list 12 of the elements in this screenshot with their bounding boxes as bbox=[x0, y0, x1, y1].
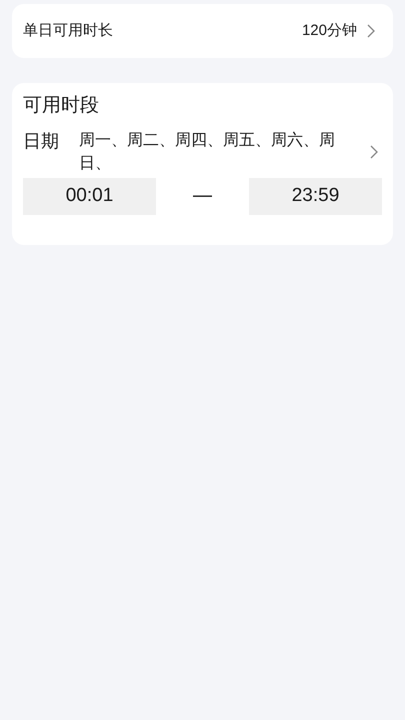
duration-row[interactable]: 单日可用时长 120分钟 bbox=[12, 4, 393, 58]
end-time-field[interactable]: 23:59 bbox=[249, 178, 382, 215]
range-separator: — bbox=[193, 184, 212, 208]
start-time-field[interactable]: 00:01 bbox=[23, 178, 156, 215]
duration-label: 单日可用时长 bbox=[23, 20, 113, 41]
chevron-icon bbox=[370, 145, 378, 159]
duration-value: 120分钟 bbox=[302, 20, 357, 41]
chevron-icon bbox=[367, 24, 375, 38]
section-title: 可用时段 bbox=[23, 94, 100, 118]
date-label: 日期 bbox=[23, 130, 60, 153]
date-row[interactable]: 日期 周一、周二、周四、周五、周六、周日、 bbox=[23, 129, 382, 175]
days-text: 周一、周二、周四、周五、周六、周日、 bbox=[79, 130, 336, 174]
